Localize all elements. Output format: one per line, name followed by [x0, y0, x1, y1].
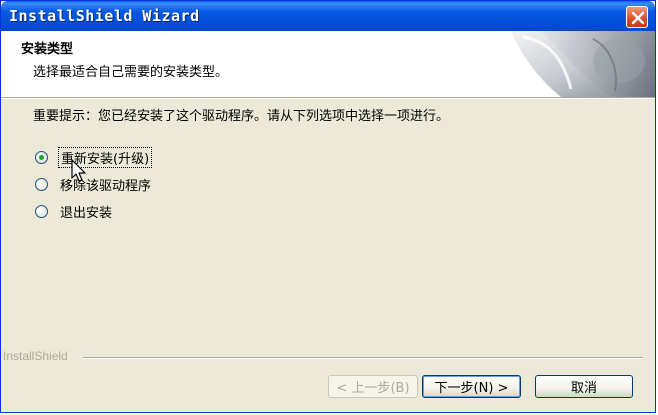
window-title: InstallShield Wizard [9, 7, 200, 25]
radio-remove-driver[interactable] [35, 177, 48, 191]
radio-exit-setup[interactable] [35, 204, 48, 218]
radio-reinstall[interactable] [35, 150, 48, 164]
header-title: 安装类型 [21, 42, 74, 57]
important-notice: 重要提示：您已经安装了这个驱动程序。请从下列选项中选择一项进行。 [33, 109, 450, 124]
option-reinstall[interactable]: 重新安装(升级) [35, 146, 153, 168]
cancel-button[interactable]: 取消 [535, 375, 633, 398]
installshield-graphic [511, 31, 655, 97]
header-subtitle: 选择最适合自己需要的安装类型。 [33, 65, 229, 80]
header-divider-highlight [1, 98, 655, 99]
installshield-brand: InstallShield [3, 349, 72, 363]
header-banner: 安装类型 选择最适合自己需要的安装类型。 [1, 31, 655, 97]
next-button[interactable]: 下一步(N) > [422, 375, 521, 398]
title-bar[interactable]: InstallShield Wizard [1, 1, 655, 31]
mouse-cursor-icon [71, 159, 86, 182]
back-button[interactable]: < 上一步(B) [328, 375, 418, 398]
option-exit-setup-label[interactable]: 退出安装 [58, 202, 114, 221]
close-button[interactable] [626, 6, 648, 28]
close-icon [631, 11, 645, 25]
option-remove-driver[interactable]: 移除该驱动程序 [35, 174, 153, 194]
footer-divider-highlight [83, 358, 643, 359]
installshield-wizard-window: InstallShield Wizard 安装类型 选择最适合自己需要的安装类型… [0, 0, 656, 413]
option-exit-setup[interactable]: 退出安装 [35, 201, 114, 221]
